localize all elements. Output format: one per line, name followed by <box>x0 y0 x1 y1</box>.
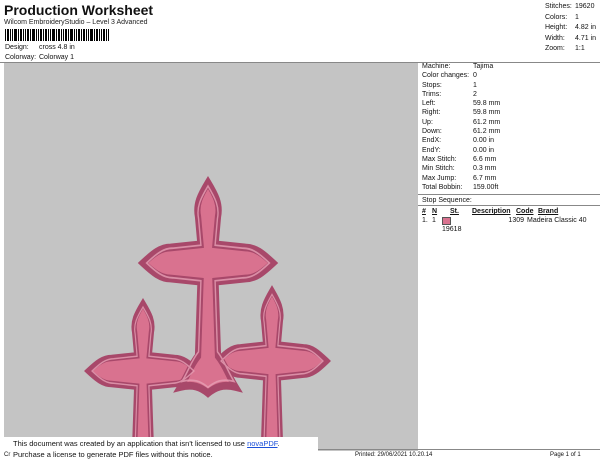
page-number: Page 1 of 1 <box>550 452 581 458</box>
design-value: cross 4.8 in <box>39 44 75 51</box>
row-n: 1 <box>432 217 436 224</box>
min-stitch-value: 0.3 mm <box>473 165 497 173</box>
row-index: 1. <box>422 217 428 224</box>
info-divider <box>418 194 600 195</box>
machine-value: Tajima <box>473 63 494 70</box>
col-brand-header: Brand <box>538 208 559 215</box>
row-description <box>472 217 508 226</box>
design-preview <box>4 63 418 451</box>
col-st-header: St. <box>450 208 459 215</box>
up-value: 61.2 mm <box>473 118 501 126</box>
printed-date: Printed: 29/06/2021 10.20.14 <box>355 452 433 458</box>
max-jump-value: 6.7 mm <box>473 174 497 182</box>
row-brand: Madeira Classic 40 <box>527 217 587 224</box>
col-index-header: # <box>422 208 426 215</box>
min-stitch-label: Min Stitch: <box>422 165 455 173</box>
colors-label: Colors: <box>545 13 568 21</box>
up-label: Up: <box>422 118 433 126</box>
thread-color-swatch <box>442 217 451 225</box>
row-st-value: 19618 <box>442 226 462 233</box>
color-changes-label: Color changes: <box>422 72 470 80</box>
machine-label: Machine: <box>422 63 451 70</box>
row-code: 1309 <box>508 217 524 224</box>
endx-label: EndX: <box>422 137 442 145</box>
notice-period: . <box>277 439 280 448</box>
max-stitch-label: Max Stitch: <box>422 155 457 163</box>
col-code-header: Code <box>516 208 534 215</box>
left-label: Left: <box>422 100 436 108</box>
col-description-header: Description <box>472 208 511 215</box>
license-notice: This document was created by an applicat… <box>0 437 318 463</box>
height-label: Height: <box>545 24 568 31</box>
total-bobbin-value: 159.00ft <box>473 183 499 191</box>
machine-info-panel: Machine: Tajima Color changes: 0 Stops: 1 T… <box>422 63 500 193</box>
software-subtitle: Wilcom EmbroideryStudio – Level 3 Advanc… <box>4 19 148 26</box>
stop-sequence-table: # N St. Description Code Brand 1. 1 1961… <box>422 208 587 233</box>
barcode <box>5 29 109 41</box>
page-title: Production Worksheet <box>4 2 154 18</box>
total-bobbin-label: Total Bobbin: <box>422 183 463 191</box>
trims-label: Trims: <box>422 90 442 98</box>
max-stitch-value: 6.6 mm <box>473 155 497 163</box>
novapdf-link[interactable]: novaPDF <box>247 439 277 448</box>
design-label: Design: <box>5 44 29 51</box>
endx-value: 0.00 in <box>473 137 495 145</box>
endy-value: 0.00 in <box>473 146 495 154</box>
stops-label: Stops: <box>422 81 442 89</box>
design-stats: Stitches: 19620 Colors: 1 Height: 4.82 in W… <box>545 2 596 55</box>
table-header: # N St. Description Code Brand <box>422 208 587 217</box>
down-value: 61.2 mm <box>473 128 501 136</box>
zoom-label: Zoom: <box>545 45 565 52</box>
col-n-header: N <box>432 208 438 215</box>
notice-line-2: Purchase a license to generate PDF files… <box>13 450 213 459</box>
trims-value: 2 <box>473 90 477 98</box>
colors-value: 1 <box>575 13 579 21</box>
zoom-value: 1:1 <box>575 45 585 52</box>
notice-text: This document was created by an applicat… <box>13 439 248 448</box>
stop-sequence-title: Stop Sequence: <box>422 197 472 204</box>
cross-design-image <box>4 63 418 451</box>
table-row: 1. 1 19618 1309 Madeira Classic 40 <box>422 217 587 233</box>
down-label: Down: <box>422 128 442 136</box>
left-value: 59.8 mm <box>473 100 501 108</box>
max-jump-label: Max Jump: <box>422 174 457 182</box>
width-label: Width: <box>545 34 565 42</box>
endy-label: EndY: <box>422 146 441 154</box>
footer-cr: Cr <box>4 452 11 458</box>
colorway-value: Colorway 1 <box>39 54 75 61</box>
colorway-label: Colorway: <box>5 54 37 61</box>
color-changes-value: 0 <box>473 72 477 80</box>
right-value: 59.8 mm <box>473 109 501 117</box>
height-value: 4.82 in <box>575 24 597 31</box>
width-value: 4.71 in <box>575 34 597 42</box>
right-label: Right: <box>422 109 441 117</box>
stop-sequence-divider <box>418 205 600 206</box>
stitches-value: 19620 <box>575 3 595 10</box>
stitches-label: Stitches: <box>545 3 572 10</box>
row-st: 19618 <box>442 217 472 233</box>
stops-value: 1 <box>473 81 477 89</box>
